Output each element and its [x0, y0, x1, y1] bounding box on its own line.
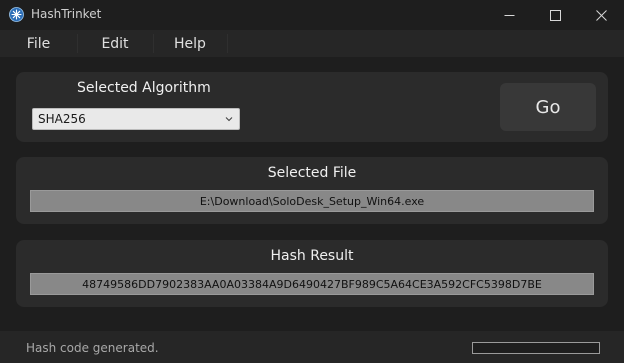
- file-path-field[interactable]: E:\Download\SoloDesk_Setup_Win64.exe: [30, 190, 594, 212]
- minimize-icon: [504, 14, 514, 16]
- algorithm-dropdown[interactable]: SHA256: [32, 108, 240, 130]
- close-button[interactable]: [578, 0, 624, 30]
- maximize-button[interactable]: [532, 0, 578, 30]
- menu-help[interactable]: Help: [153, 30, 227, 57]
- algorithm-label: Selected Algorithm: [77, 80, 211, 96]
- go-button[interactable]: Go: [500, 83, 596, 131]
- algorithm-selected-value: SHA256: [38, 112, 86, 126]
- hash-result-panel: Hash Result 48749586DD7902383AA0A03384A9…: [16, 240, 608, 307]
- window-title: HashTrinket: [31, 7, 102, 21]
- progress-bar: [472, 342, 600, 354]
- selected-file-panel: Selected File E:\Download\SoloDesk_Setup…: [16, 157, 608, 224]
- chevron-down-icon: [224, 113, 234, 125]
- maximize-icon: [549, 9, 561, 21]
- app-logo-icon: [9, 7, 24, 22]
- menu-file[interactable]: File: [0, 30, 77, 57]
- status-message: Hash code generated.: [26, 341, 159, 355]
- menu-bar: File Edit Help: [0, 30, 624, 57]
- close-icon: [595, 9, 607, 21]
- minimize-button[interactable]: [486, 0, 532, 30]
- menu-edit[interactable]: Edit: [77, 30, 153, 57]
- hash-result-label: Hash Result: [270, 248, 354, 264]
- hash-result-field[interactable]: 48749586DD7902383AA0A03384A9D6490427BF98…: [30, 273, 594, 295]
- menu-divider: [227, 34, 228, 53]
- status-bar: Hash code generated.: [0, 331, 624, 363]
- selected-file-label: Selected File: [267, 165, 357, 181]
- title-bar: HashTrinket: [0, 0, 624, 30]
- algorithm-panel: Selected Algorithm SHA256 Go: [16, 72, 608, 142]
